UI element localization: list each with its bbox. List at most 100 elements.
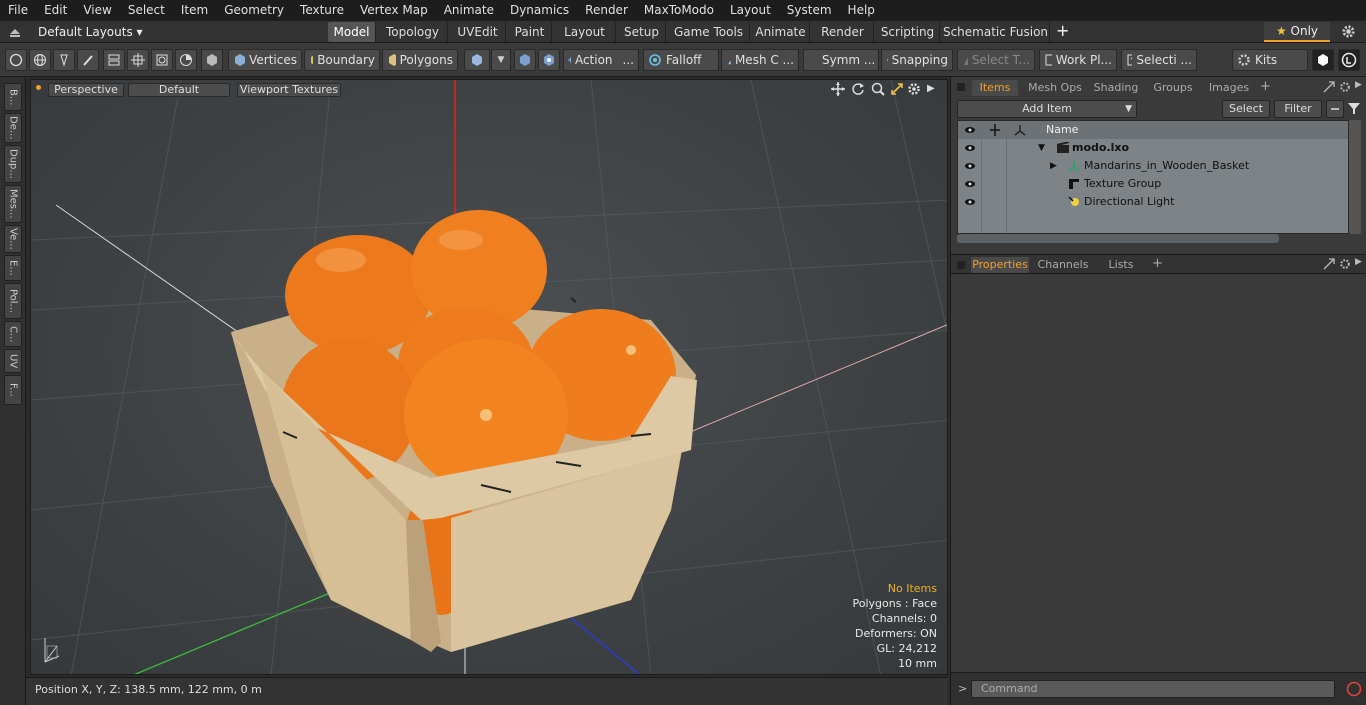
viewport-dot-icon[interactable] bbox=[36, 85, 41, 90]
select-through-button[interactable]: Select T... bbox=[957, 49, 1035, 71]
left-tab-basic[interactable]: B... bbox=[4, 83, 22, 111]
mesh-constraint-button[interactable]: Mesh C ... bbox=[721, 49, 799, 71]
filter-button[interactable]: Filter bbox=[1274, 100, 1322, 118]
command-record-icon[interactable] bbox=[1345, 680, 1363, 701]
viewport-3d[interactable]: Perspective Default Viewport Textures ▶ … bbox=[30, 79, 948, 675]
fit-view-icon[interactable] bbox=[890, 82, 904, 99]
panel-grip-icon[interactable] bbox=[957, 261, 965, 269]
modo-cube-icon[interactable] bbox=[1312, 49, 1334, 71]
symmetry-cube-icon[interactable] bbox=[514, 49, 536, 71]
brush-icon[interactable] bbox=[77, 49, 99, 71]
eye-icon[interactable] bbox=[958, 193, 982, 211]
pen-icon[interactable] bbox=[53, 49, 75, 71]
left-tab-vertex[interactable]: Ve... bbox=[4, 225, 22, 253]
viewport-expand-arrow-icon[interactable]: ▶ bbox=[927, 83, 935, 94]
menu-maxtomodo[interactable]: MaxToModo bbox=[636, 0, 722, 21]
selection-sets-button[interactable]: Selecti ... bbox=[1121, 49, 1197, 71]
menu-file[interactable]: File bbox=[0, 0, 36, 21]
globe-icon[interactable] bbox=[29, 49, 51, 71]
eye-icon[interactable] bbox=[958, 175, 982, 193]
tab-groups[interactable]: Groups bbox=[1148, 80, 1198, 96]
funnel-filter-icon[interactable] bbox=[1347, 101, 1361, 118]
menu-texture[interactable]: Texture bbox=[292, 0, 352, 21]
menu-geometry[interactable]: Geometry bbox=[216, 0, 292, 21]
visibility-header-icon[interactable] bbox=[958, 121, 982, 139]
left-tab-polygon[interactable]: Pol... bbox=[4, 283, 22, 319]
left-tab-deform[interactable]: De... bbox=[4, 113, 22, 143]
tab-render[interactable]: Render bbox=[812, 22, 874, 42]
align-icon[interactable] bbox=[103, 49, 125, 71]
tab-schematic-fusion[interactable]: Schematic Fusion bbox=[942, 22, 1050, 42]
eye-icon[interactable] bbox=[958, 139, 982, 157]
shading-default-button[interactable]: Default bbox=[128, 83, 230, 97]
menu-select[interactable]: Select bbox=[120, 0, 173, 21]
tab-topology[interactable]: Topology bbox=[378, 22, 448, 42]
snap-pie-icon[interactable] bbox=[175, 49, 197, 71]
panel-settings-gear-icon[interactable] bbox=[1339, 81, 1351, 96]
maximize-panel-icon[interactable] bbox=[1323, 258, 1335, 273]
transform-icon[interactable] bbox=[127, 49, 149, 71]
symmetry-button[interactable]: Symm ... bbox=[803, 49, 879, 71]
item-row-modo-lxo[interactable]: ▼ modo.lxo bbox=[958, 139, 1348, 157]
menu-system[interactable]: System bbox=[779, 0, 840, 21]
tab-layout[interactable]: Layout bbox=[554, 22, 616, 42]
left-tab-uv[interactable]: UV bbox=[4, 349, 22, 373]
tab-scripting[interactable]: Scripting bbox=[876, 22, 940, 42]
lock-slot[interactable] bbox=[983, 175, 1007, 193]
view-perspective-button[interactable]: Perspective bbox=[48, 83, 124, 97]
panel-expand-arrow-icon[interactable]: ▶ bbox=[1355, 80, 1362, 90]
panel-expand-arrow-icon[interactable]: ▶ bbox=[1355, 257, 1362, 267]
action-center-cube-icon[interactable] bbox=[538, 49, 560, 71]
left-tab-mesh-edit[interactable]: Mes... bbox=[4, 185, 22, 223]
eye-icon[interactable] bbox=[958, 157, 982, 175]
select-button[interactable]: Select bbox=[1222, 100, 1270, 118]
tab-images[interactable]: Images bbox=[1202, 80, 1256, 96]
lock-slot[interactable] bbox=[983, 157, 1007, 175]
menu-dynamics[interactable]: Dynamics bbox=[502, 0, 577, 21]
item-mode-icon[interactable] bbox=[464, 49, 490, 71]
maximize-panel-icon[interactable] bbox=[1323, 81, 1335, 96]
add-item-dropdown[interactable]: Add Item ▼ bbox=[957, 100, 1137, 118]
vertices-button[interactable]: Vertices bbox=[228, 49, 302, 71]
viewport-settings-gear-icon[interactable] bbox=[907, 82, 921, 99]
item-row-directional-light[interactable]: Directional Light bbox=[958, 193, 1348, 211]
tab-mesh-ops[interactable]: Mesh Ops bbox=[1024, 80, 1086, 96]
menu-help[interactable]: Help bbox=[840, 0, 883, 21]
menu-layout[interactable]: Layout bbox=[722, 0, 779, 21]
polygons-button[interactable]: Polygons bbox=[382, 49, 458, 71]
item-list-empty-area[interactable] bbox=[958, 211, 1348, 233]
select-circle-icon[interactable] bbox=[5, 49, 27, 71]
panel-settings-gear-icon[interactable] bbox=[1339, 258, 1351, 273]
chevron-down-icon[interactable]: ▼ bbox=[491, 49, 511, 71]
vertical-scrollbar[interactable] bbox=[1349, 120, 1361, 234]
tab-items[interactable]: Items bbox=[972, 80, 1018, 96]
lock-slot[interactable] bbox=[983, 139, 1007, 157]
falloff-button[interactable]: Falloff bbox=[643, 49, 719, 71]
action-button[interactable]: Action... bbox=[563, 49, 639, 71]
add-panel-tab-icon[interactable]: + bbox=[1152, 257, 1163, 271]
lock-slot[interactable] bbox=[983, 193, 1007, 211]
add-panel-tab-icon[interactable]: + bbox=[1260, 80, 1271, 94]
kits-button[interactable]: Kits bbox=[1232, 49, 1308, 71]
command-input[interactable]: Command bbox=[971, 680, 1335, 698]
viewport-textures-button[interactable]: Viewport Textures bbox=[237, 83, 341, 97]
tab-setup[interactable]: Setup bbox=[618, 22, 666, 42]
only-toggle[interactable]: ★ Only bbox=[1264, 22, 1330, 42]
menu-render[interactable]: Render bbox=[577, 0, 636, 21]
menu-vertex-map[interactable]: Vertex Map bbox=[352, 0, 436, 21]
menu-edit[interactable]: Edit bbox=[36, 0, 75, 21]
snapping-button[interactable]: Snapping bbox=[881, 49, 953, 71]
rotate-icon[interactable] bbox=[851, 82, 865, 99]
tab-animate[interactable]: Animate bbox=[752, 22, 810, 42]
tab-properties[interactable]: Properties bbox=[971, 257, 1029, 273]
lock-header-icon[interactable] bbox=[983, 121, 1007, 139]
gear-icon[interactable] bbox=[1341, 24, 1356, 42]
zoom-icon[interactable] bbox=[871, 82, 885, 99]
collapse-icon[interactable] bbox=[1326, 100, 1344, 118]
tab-model[interactable]: Model bbox=[328, 22, 376, 42]
pan-icon[interactable] bbox=[831, 82, 845, 99]
menu-animate[interactable]: Animate bbox=[436, 0, 502, 21]
boundary-button[interactable]: Boundary bbox=[304, 49, 380, 71]
tab-paint[interactable]: Paint bbox=[508, 22, 552, 42]
tab-lists[interactable]: Lists bbox=[1097, 257, 1145, 273]
